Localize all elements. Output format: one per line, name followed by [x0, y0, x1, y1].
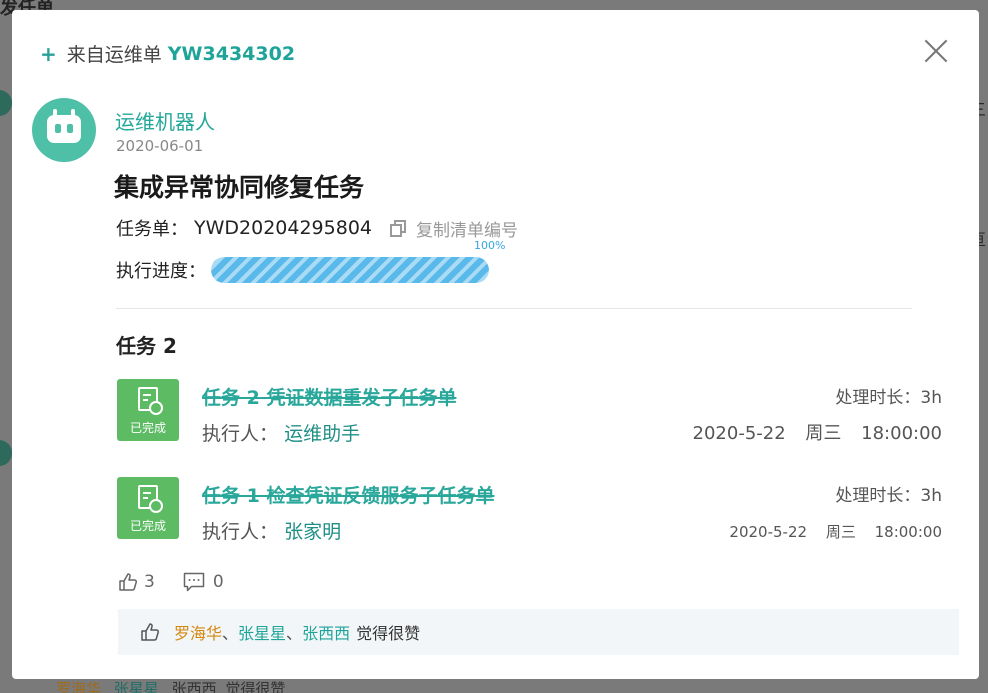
- robot-icon: [47, 109, 81, 143]
- task-duration: 处理时长：3h: [835, 388, 942, 408]
- divider: [116, 308, 912, 309]
- progress-fill: [211, 257, 489, 283]
- subtask-link[interactable]: 任务 2 凭证数据重发子任务单: [202, 383, 456, 410]
- progress-bar: [211, 257, 489, 283]
- liker-name[interactable]: 张星星: [238, 620, 286, 644]
- background-likes-suffix: 觉得很赞: [225, 680, 286, 693]
- robot-eye: [55, 124, 61, 133]
- subtask-link[interactable]: 任务 1 检查凭证反馈服务子任务单: [202, 481, 494, 508]
- task-executor: 执行人： 张家明: [202, 517, 341, 544]
- source-label: 来自运维单: [66, 44, 162, 66]
- task-time: 18:00:00: [861, 423, 942, 444]
- copy-order-label: 复制清单编号: [416, 220, 518, 241]
- close-icon[interactable]: [923, 38, 949, 64]
- executor-label: 执行人：: [202, 521, 279, 543]
- robot-antenna: [53, 109, 57, 117]
- status-label: 已完成: [129, 519, 166, 533]
- status-label: 已完成: [129, 421, 166, 435]
- thumbs-up-icon: [119, 573, 138, 591]
- copy-order-button[interactable]: 复制清单编号: [390, 216, 518, 241]
- comments-count: 0: [212, 572, 224, 592]
- plus-icon: +: [40, 41, 57, 66]
- liker-separator: 、: [222, 624, 239, 643]
- task-datetime: 2020-5-22 周三 18:00:00: [715, 521, 942, 542]
- liker-separator: 、: [286, 624, 303, 643]
- task-datetime: 2020-5-22 周三 18:00:00: [679, 419, 942, 445]
- background-liker: 张星星: [113, 680, 159, 693]
- task-order-row: 任务单： YWD20204295804 复制清单编号: [116, 215, 518, 241]
- document-check-icon: [138, 485, 163, 513]
- author-name[interactable]: 运维机器人: [115, 106, 215, 135]
- task-date: 2020-5-22: [729, 523, 808, 541]
- background-liker: 张西西: [171, 680, 217, 693]
- task-weekday: 周三: [805, 423, 842, 444]
- thumbs-up-icon: [141, 623, 160, 641]
- executor-label: 执行人：: [202, 423, 279, 445]
- like-button[interactable]: 3: [118, 572, 155, 592]
- liker-name[interactable]: 罗海华: [174, 620, 222, 644]
- task-list-item: 已完成 任务 1 检查凭证反馈服务子任务单 执行人： 张家明 处理时长：3h 2…: [116, 477, 942, 543]
- liked-suffix: 觉得很赞: [356, 624, 421, 643]
- copy-icon: [390, 219, 406, 237]
- robot-avatar: [32, 98, 96, 162]
- executor-name[interactable]: 张家明: [284, 521, 341, 543]
- comment-button[interactable]: 0: [183, 572, 224, 592]
- background-likes-line: 罗海华 张星星 张西西 觉得很赞: [56, 678, 285, 693]
- completed-badge: 已完成: [117, 379, 179, 441]
- completed-badge: 已完成: [117, 477, 179, 539]
- post-date: 2020-06-01: [116, 137, 204, 155]
- task-time: 18:00:00: [874, 523, 942, 541]
- robot-antenna: [71, 109, 75, 117]
- comment-icon: [183, 572, 205, 592]
- document-check-icon: [138, 387, 163, 415]
- task-order-number: YWD20204295804: [194, 217, 372, 239]
- progress-label: 执行进度：: [116, 261, 206, 282]
- page-title: 集成异常协同修复任务: [114, 173, 365, 202]
- liked-by-bar: 罗海华 、 张星星 、 张西西 觉得很赞: [118, 609, 959, 655]
- liker-name[interactable]: 张西西: [302, 620, 350, 644]
- task-detail-modal: + 来自运维单 YW3434302 运维机器人 2020-06-01 集成异常协…: [12, 10, 979, 679]
- action-bar: 3 0: [118, 572, 252, 592]
- robot-eye: [67, 124, 73, 133]
- progress-percent: 100%: [474, 239, 506, 252]
- task-executor: 执行人： 运维助手: [202, 419, 360, 446]
- task-weekday: 周三: [825, 523, 856, 541]
- task-list-item: 已完成 任务 2 凭证数据重发子任务单 执行人： 运维助手 处理时长：3h 20…: [116, 379, 942, 445]
- likes-count: 3: [144, 572, 155, 592]
- background-liker: 罗海华: [56, 680, 102, 693]
- modal-header: + 来自运维单 YW3434302: [40, 40, 295, 67]
- task-date: 2020-5-22: [692, 423, 786, 444]
- background-avatar: [0, 440, 12, 466]
- source-order-link[interactable]: YW3434302: [168, 43, 295, 65]
- executor-name[interactable]: 运维助手: [284, 423, 360, 445]
- task-duration: 处理时长：3h: [835, 486, 942, 506]
- background-avatar: [0, 90, 12, 116]
- tasks-header: 任务 2: [116, 334, 177, 358]
- task-order-label: 任务单：: [116, 219, 188, 240]
